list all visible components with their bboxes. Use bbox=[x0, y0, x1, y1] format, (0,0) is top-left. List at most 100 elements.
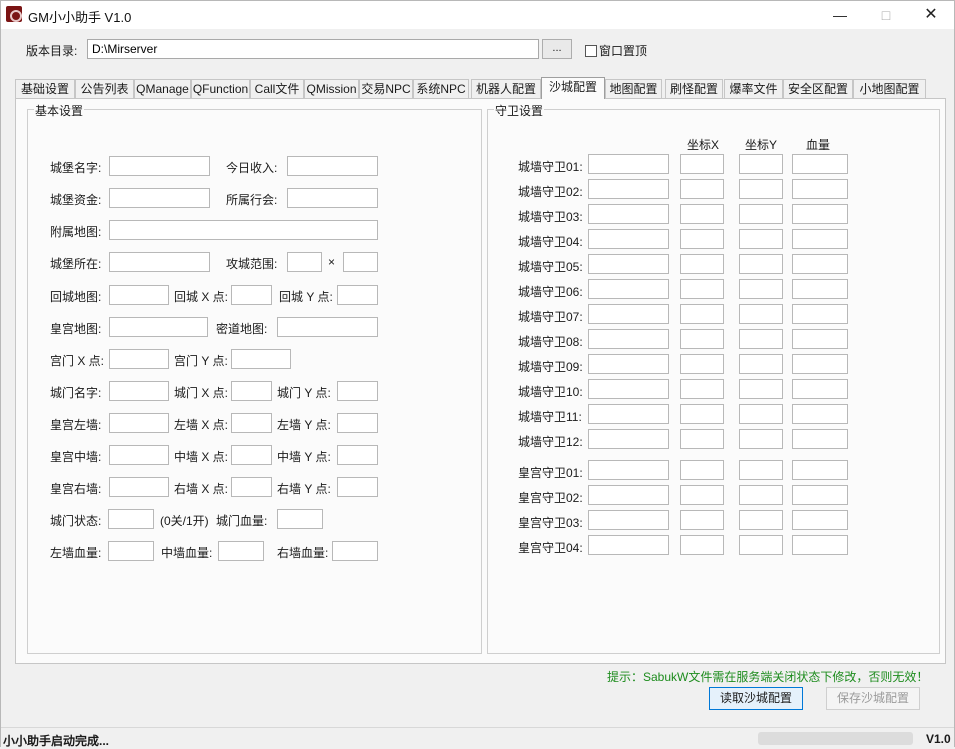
wall-guard-x-input-7[interactable] bbox=[680, 304, 724, 324]
wall-guard-y-input-6[interactable] bbox=[739, 279, 783, 299]
palace-guard-hp-input-4[interactable] bbox=[792, 535, 848, 555]
tab-9[interactable]: 沙城配置 bbox=[541, 77, 605, 99]
input-palace-right-wall[interactable] bbox=[109, 477, 169, 497]
tab-11[interactable]: 刷怪配置 bbox=[665, 79, 723, 99]
wall-guard-x-input-1[interactable] bbox=[680, 154, 724, 174]
wall-guard-y-input-3[interactable] bbox=[739, 204, 783, 224]
close-button[interactable]: ✕ bbox=[908, 1, 954, 29]
wall-guard-hp-input-12[interactable] bbox=[792, 429, 848, 449]
palace-guard-name-input-4[interactable] bbox=[588, 535, 669, 555]
palace-guard-x-input-2[interactable] bbox=[680, 485, 724, 505]
input-right-wall-hp[interactable] bbox=[332, 541, 378, 561]
wall-guard-y-input-8[interactable] bbox=[739, 329, 783, 349]
wall-guard-x-input-11[interactable] bbox=[680, 404, 724, 424]
input-return-x[interactable] bbox=[231, 285, 272, 305]
input-castle-gold[interactable] bbox=[109, 188, 210, 208]
tab-4[interactable]: Call文件 bbox=[250, 79, 304, 99]
palace-guard-y-input-1[interactable] bbox=[739, 460, 783, 480]
wall-guard-y-input-5[interactable] bbox=[739, 254, 783, 274]
palace-guard-hp-input-1[interactable] bbox=[792, 460, 848, 480]
input-palace-mid-wall[interactable] bbox=[109, 445, 169, 465]
wall-guard-name-input-10[interactable] bbox=[588, 379, 669, 399]
maximize-button[interactable]: □ bbox=[863, 1, 909, 29]
palace-guard-hp-input-2[interactable] bbox=[792, 485, 848, 505]
wall-guard-y-input-7[interactable] bbox=[739, 304, 783, 324]
tab-8[interactable]: 机器人配置 bbox=[471, 79, 541, 99]
input-times[interactable] bbox=[343, 252, 378, 272]
checkbox-box[interactable] bbox=[585, 44, 597, 57]
wall-guard-name-input-5[interactable] bbox=[588, 254, 669, 274]
input-mid-wall-x[interactable] bbox=[231, 445, 272, 465]
wall-guard-hp-input-10[interactable] bbox=[792, 379, 848, 399]
palace-guard-name-input-3[interactable] bbox=[588, 510, 669, 530]
palace-guard-hp-input-3[interactable] bbox=[792, 510, 848, 530]
wall-guard-name-input-2[interactable] bbox=[588, 179, 669, 199]
tab-14[interactable]: 小地图配置 bbox=[853, 79, 926, 99]
input-attack-range[interactable] bbox=[287, 252, 322, 272]
wall-guard-name-input-12[interactable] bbox=[588, 429, 669, 449]
wall-guard-hp-input-11[interactable] bbox=[792, 404, 848, 424]
wall-guard-y-input-10[interactable] bbox=[739, 379, 783, 399]
tab-13[interactable]: 安全区配置 bbox=[783, 79, 853, 99]
input-return-y[interactable] bbox=[337, 285, 378, 305]
input-left-wall-y[interactable] bbox=[337, 413, 378, 433]
tab-0[interactable]: 基础设置 bbox=[15, 79, 75, 99]
tab-12[interactable]: 爆率文件 bbox=[724, 79, 783, 99]
wall-guard-name-input-8[interactable] bbox=[588, 329, 669, 349]
tab-6[interactable]: 交易NPC bbox=[359, 79, 413, 99]
wall-guard-x-input-4[interactable] bbox=[680, 229, 724, 249]
input-mid-wall-hp[interactable] bbox=[218, 541, 264, 561]
wall-guard-x-input-5[interactable] bbox=[680, 254, 724, 274]
wall-guard-hp-input-1[interactable] bbox=[792, 154, 848, 174]
wall-guard-x-input-10[interactable] bbox=[680, 379, 724, 399]
wall-guard-hp-input-8[interactable] bbox=[792, 329, 848, 349]
wall-guard-hp-input-4[interactable] bbox=[792, 229, 848, 249]
wall-guard-name-input-11[interactable] bbox=[588, 404, 669, 424]
tab-10[interactable]: 地图配置 bbox=[605, 79, 662, 99]
input-right-wall-y[interactable] bbox=[337, 477, 378, 497]
input-palace-gate-x[interactable] bbox=[109, 349, 169, 369]
wall-guard-x-input-8[interactable] bbox=[680, 329, 724, 349]
palace-guard-name-input-2[interactable] bbox=[588, 485, 669, 505]
wall-guard-y-input-11[interactable] bbox=[739, 404, 783, 424]
wall-guard-y-input-1[interactable] bbox=[739, 154, 783, 174]
version-dir-input[interactable] bbox=[87, 39, 539, 59]
wall-guard-name-input-4[interactable] bbox=[588, 229, 669, 249]
input-secret-map[interactable] bbox=[277, 317, 378, 337]
wall-guard-y-input-2[interactable] bbox=[739, 179, 783, 199]
input-return-map[interactable] bbox=[109, 285, 169, 305]
tab-5[interactable]: QMission bbox=[304, 79, 359, 99]
input-castle-location[interactable] bbox=[109, 252, 210, 272]
input-castle-name[interactable] bbox=[109, 156, 210, 176]
tab-3[interactable]: QFunction bbox=[191, 79, 250, 99]
input-gate-y[interactable] bbox=[337, 381, 378, 401]
input-palace-left-wall[interactable] bbox=[109, 413, 169, 433]
palace-guard-x-input-1[interactable] bbox=[680, 460, 724, 480]
wall-guard-hp-input-7[interactable] bbox=[792, 304, 848, 324]
input-gate-state[interactable] bbox=[108, 509, 154, 529]
palace-guard-y-input-4[interactable] bbox=[739, 535, 783, 555]
input-gate-name[interactable] bbox=[109, 381, 169, 401]
wall-guard-y-input-4[interactable] bbox=[739, 229, 783, 249]
tab-2[interactable]: QManage bbox=[134, 79, 191, 99]
palace-guard-y-input-2[interactable] bbox=[739, 485, 783, 505]
browse-button[interactable]: ... bbox=[542, 39, 572, 59]
palace-guard-x-input-4[interactable] bbox=[680, 535, 724, 555]
input-attached-map[interactable] bbox=[109, 220, 378, 240]
input-palace-map[interactable] bbox=[109, 317, 208, 337]
tab-7[interactable]: 系统NPC bbox=[413, 79, 469, 99]
input-today-income[interactable] bbox=[287, 156, 378, 176]
wall-guard-name-input-3[interactable] bbox=[588, 204, 669, 224]
input-gate-x[interactable] bbox=[231, 381, 272, 401]
input-guild[interactable] bbox=[287, 188, 378, 208]
wall-guard-name-input-7[interactable] bbox=[588, 304, 669, 324]
wall-guard-hp-input-9[interactable] bbox=[792, 354, 848, 374]
input-gate-hp[interactable] bbox=[277, 509, 323, 529]
save-sabuk-config-button[interactable]: 保存沙城配置 bbox=[826, 687, 920, 710]
wall-guard-x-input-12[interactable] bbox=[680, 429, 724, 449]
wall-guard-hp-input-3[interactable] bbox=[792, 204, 848, 224]
palace-guard-x-input-3[interactable] bbox=[680, 510, 724, 530]
input-right-wall-x[interactable] bbox=[231, 477, 272, 497]
wall-guard-hp-input-5[interactable] bbox=[792, 254, 848, 274]
input-left-wall-x[interactable] bbox=[231, 413, 272, 433]
